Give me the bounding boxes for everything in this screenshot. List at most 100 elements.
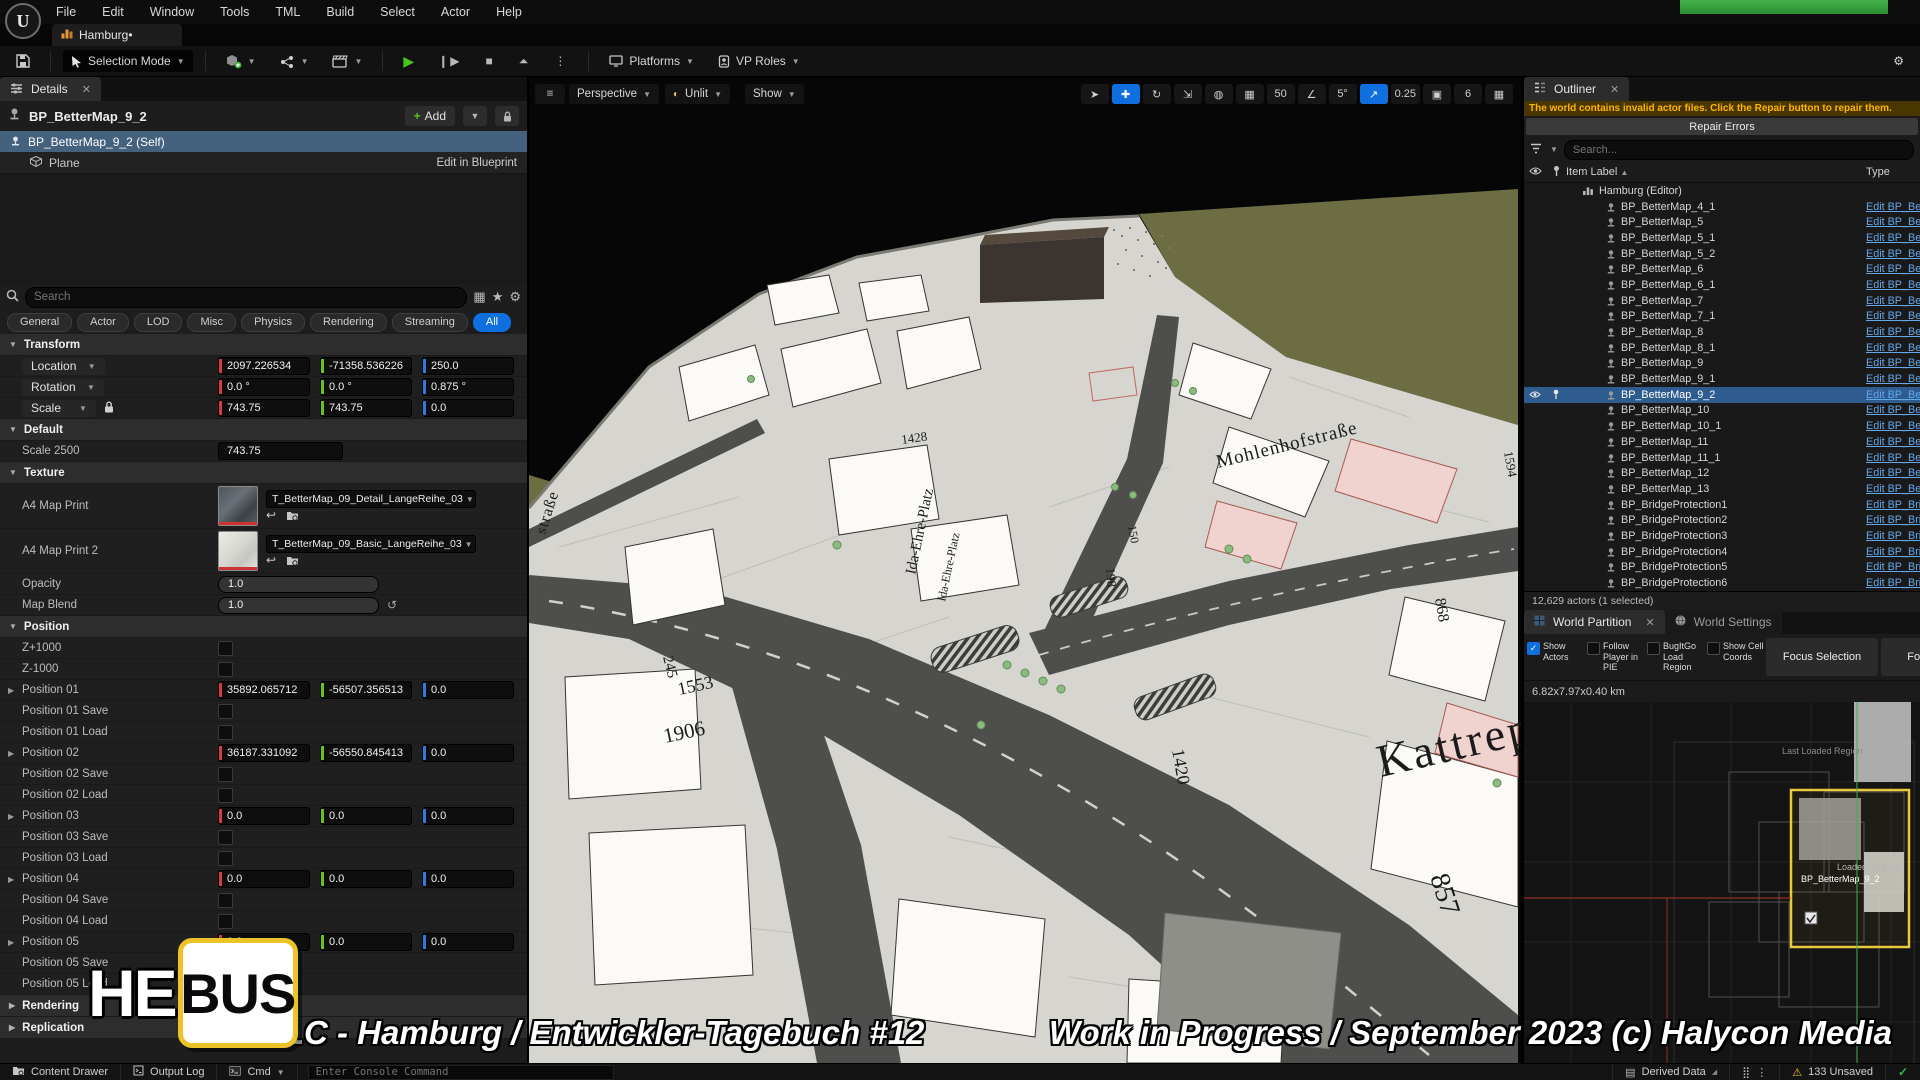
- texture-asset-dropdown[interactable]: T_BetterMap_09_Basic_LangeReihe_03 ▼: [266, 535, 476, 553]
- checkbox[interactable]: [218, 893, 233, 908]
- minimap-checkbox[interactable]: [1805, 912, 1817, 924]
- outliner-row-bp_bettermap_12[interactable]: BP_BetterMap_12Edit BP_Bet: [1524, 465, 1920, 481]
- filter-chip-physics[interactable]: Physics: [241, 313, 305, 332]
- menu-edit[interactable]: Edit: [102, 5, 124, 19]
- edit-blueprint-link[interactable]: Edit BP_Bet: [1866, 201, 1920, 213]
- tab-world-partition[interactable]: World Partition ✕: [1524, 610, 1665, 634]
- grid-snap-icon[interactable]: ▦: [1236, 84, 1264, 104]
- level-tab-hamburg[interactable]: Hamburg•: [52, 24, 182, 46]
- scale-2500-field[interactable]: 743.75: [218, 442, 343, 460]
- edit-blueprint-link[interactable]: Edit BP_Bet: [1866, 436, 1920, 448]
- property-row-position-04-z-field[interactable]: 0.0: [422, 870, 514, 888]
- stop-button[interactable]: ■: [477, 50, 502, 72]
- property-row-position-03-x-field[interactable]: 0.0: [218, 807, 310, 825]
- property-row-position-01-x-field[interactable]: 35892.065712: [218, 681, 310, 699]
- expander-icon[interactable]: ▶: [8, 749, 22, 758]
- type-column[interactable]: Type: [1866, 166, 1890, 178]
- outliner-row-bp_bettermap_4_1[interactable]: BP_BetterMap_4_1Edit BP_Bet: [1524, 199, 1920, 215]
- checkbox[interactable]: [218, 851, 233, 866]
- edit-blueprint-link[interactable]: Edit BP_Bri: [1866, 546, 1920, 558]
- property-row-position-02-z-field[interactable]: 0.0: [422, 744, 514, 762]
- edit-blueprint-link[interactable]: Edit BP_Bri: [1866, 530, 1920, 542]
- scale-lock-icon[interactable]: [104, 401, 114, 416]
- revision-control-button[interactable]: ✓: [1886, 1064, 1920, 1080]
- edit-blueprint-link[interactable]: Edit BP_Bet: [1866, 263, 1920, 275]
- wp-check-bugitgo-load-region[interactable]: BugItGo Load Region: [1644, 641, 1704, 672]
- outliner-row-bp_bettermap_7[interactable]: BP_BetterMap_7Edit BP_Bet: [1524, 293, 1920, 309]
- property-row-position-03-y-field[interactable]: 0.0: [320, 807, 412, 825]
- checkbox[interactable]: [218, 788, 233, 803]
- outliner-row-bp_bettermap_5_2[interactable]: BP_BetterMap_5_2Edit BP_Bet: [1524, 246, 1920, 262]
- outliner-row-bp_bettermap_10_1[interactable]: BP_BetterMap_10_1Edit BP_Bet: [1524, 418, 1920, 434]
- edit-blueprint-link[interactable]: Edit BP_Bet: [1866, 404, 1920, 416]
- focus-selection-button[interactable]: Focus Selection: [1766, 638, 1878, 676]
- visibility-eye-icon[interactable]: [1524, 390, 1546, 399]
- tab-details[interactable]: Details ✕: [0, 77, 101, 101]
- play-options-menu[interactable]: ⋮: [546, 50, 576, 72]
- move-tool-icon[interactable]: ✚: [1112, 84, 1140, 104]
- filter-chip-all[interactable]: All: [473, 313, 511, 332]
- edit-blueprint-link[interactable]: Edit BP_Bri: [1866, 514, 1920, 526]
- settings-gear-icon[interactable]: ⚙: [1885, 50, 1912, 72]
- edit-blueprint-link[interactable]: Edit BP_Bet: [1866, 420, 1920, 432]
- component-row-plane[interactable]: Plane Edit in Blueprint: [0, 152, 527, 173]
- rotation-x-field[interactable]: 0.0 °: [218, 378, 310, 396]
- close-icon[interactable]: ✕: [82, 83, 91, 96]
- edit-blueprint-link[interactable]: Edit BP_Bet: [1866, 295, 1920, 307]
- property-row-position-02-y-field[interactable]: -56550.845413: [320, 744, 412, 762]
- browse-to-asset-icon[interactable]: [286, 510, 299, 522]
- checkbox[interactable]: [1707, 642, 1720, 655]
- outliner-row-bp_bettermap_9_1[interactable]: BP_BetterMap_9_1Edit BP_Bet: [1524, 371, 1920, 387]
- location-dropdown[interactable]: Location ▼: [22, 358, 105, 375]
- filter-chip-streaming[interactable]: Streaming: [392, 313, 468, 332]
- filter-chip-rendering[interactable]: Rendering: [310, 313, 387, 332]
- property-row-position-01-y-field[interactable]: -56507.356513: [320, 681, 412, 699]
- close-icon[interactable]: ✕: [1645, 616, 1654, 629]
- eject-button[interactable]: ⏶: [511, 50, 539, 72]
- edit-blueprint-link[interactable]: Edit BP_Bet: [1866, 279, 1920, 291]
- selection-mode-dropdown[interactable]: Selection Mode▼: [63, 50, 193, 72]
- texture-thumbnail[interactable]: [218, 531, 258, 571]
- checkbox[interactable]: [218, 704, 233, 719]
- filter-chip-misc[interactable]: Misc: [187, 313, 236, 332]
- expander-icon[interactable]: ▶: [8, 875, 22, 884]
- viewport-3d[interactable]: KattrepelMohlenhofstraßeIda-Ehre-PlatzId…: [529, 77, 1521, 1063]
- checkbox[interactable]: [218, 725, 233, 740]
- outliner-row-bp_bridgeprotection3[interactable]: BP_BridgeProtection3Edit BP_Bri: [1524, 528, 1920, 544]
- select-tool-icon[interactable]: ➤: [1081, 84, 1109, 104]
- edit-blueprint-link[interactable]: Edit BP_Bet: [1866, 248, 1920, 260]
- menu-tools[interactable]: Tools: [220, 5, 249, 19]
- menu-help[interactable]: Help: [496, 5, 522, 19]
- output-log-button[interactable]: Output Log: [121, 1064, 217, 1080]
- outliner-row-bp_bettermap_6_1[interactable]: BP_BetterMap_6_1Edit BP_Bet: [1524, 277, 1920, 293]
- details-search-input[interactable]: [25, 287, 467, 308]
- platforms-dropdown[interactable]: Platforms▼: [601, 50, 702, 72]
- outliner-row-bp_bettermap_9_2[interactable]: BP_BetterMap_9_2Edit BP_Bet: [1524, 387, 1920, 403]
- menu-window[interactable]: Window: [150, 5, 194, 19]
- menu-select[interactable]: Select: [380, 5, 415, 19]
- edit-in-blueprint-link[interactable]: Edit in Blueprint: [436, 157, 517, 169]
- play-button[interactable]: ▶: [395, 50, 422, 72]
- edit-blueprint-link[interactable]: Edit BP_Bet: [1866, 342, 1920, 354]
- visibility-column-icon[interactable]: [1524, 166, 1546, 179]
- kebab-menu-icon[interactable]: ⋮: [1756, 1066, 1767, 1079]
- scale-y-field[interactable]: 743.75: [320, 399, 412, 417]
- filter-chip-actor[interactable]: Actor: [77, 313, 129, 332]
- expander-icon[interactable]: ▶: [8, 686, 22, 695]
- outliner-row-bp_bettermap_8_1[interactable]: BP_BetterMap_8_1Edit BP_Bet: [1524, 340, 1920, 356]
- use-selected-icon[interactable]: ↩: [266, 555, 276, 567]
- property-row-position-04-x-field[interactable]: 0.0: [218, 870, 310, 888]
- section-position[interactable]: ▼Position: [0, 616, 527, 638]
- content-drawer-button[interactable]: Content Drawer: [0, 1064, 121, 1080]
- section-texture[interactable]: ▼Texture: [0, 462, 527, 484]
- insights-button[interactable]: ⣿⋮: [1730, 1064, 1780, 1080]
- outliner-row-bp_bettermap_9[interactable]: BP_BetterMap_9Edit BP_Bet: [1524, 356, 1920, 372]
- rotation-dropdown[interactable]: Rotation ▼: [22, 379, 104, 396]
- location-y-field[interactable]: -71358.536226: [320, 357, 412, 375]
- outliner-search-input[interactable]: [1564, 140, 1914, 160]
- reset-icon[interactable]: ↺: [526, 380, 528, 394]
- menu-tml[interactable]: TML: [275, 5, 300, 19]
- edit-blueprint-link[interactable]: Edit BP_Bet: [1866, 483, 1920, 495]
- outliner-row-bp_bridgeprotection1[interactable]: BP_BridgeProtection1Edit BP_Bri: [1524, 497, 1920, 513]
- viewport-menu-icon[interactable]: ≡: [535, 84, 565, 104]
